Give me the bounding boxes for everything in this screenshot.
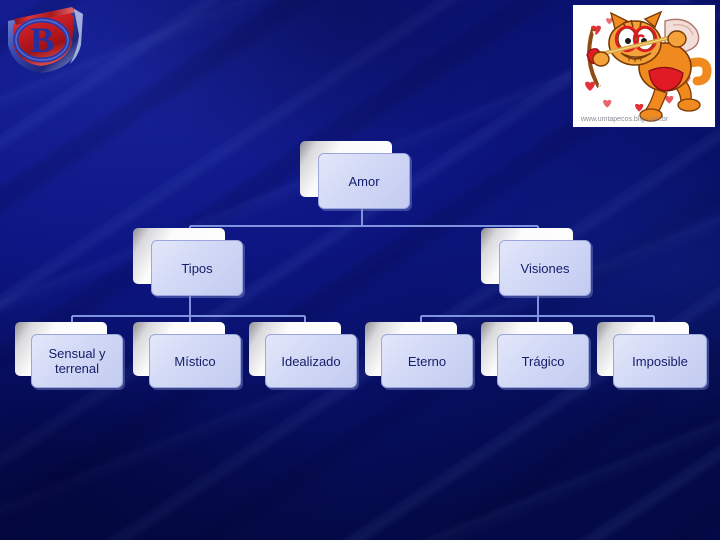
- node-amor-label: Amor: [348, 173, 380, 189]
- node-idealizado-card[interactable]: Idealizado: [265, 334, 357, 388]
- org-chart: Amor Tipos Visiones Sensual y terrenal M…: [0, 0, 720, 540]
- node-visiones-label: Visiones: [520, 260, 570, 276]
- org-chart-connectors: [71, 208, 655, 330]
- node-amor-card[interactable]: Amor: [318, 153, 410, 209]
- node-mistico-label: Místico: [174, 353, 216, 369]
- node-idealizado[interactable]: Idealizado: [249, 322, 359, 390]
- node-imposible[interactable]: Imposible: [597, 322, 707, 390]
- node-visiones-card[interactable]: Visiones: [499, 240, 591, 296]
- node-tipos[interactable]: Tipos: [133, 228, 245, 298]
- node-mistico-card[interactable]: Místico: [149, 334, 241, 388]
- node-tragico-label: Trágico: [521, 353, 565, 369]
- node-sensual-y-terrenal[interactable]: Sensual y terrenal: [15, 322, 125, 390]
- node-eterno[interactable]: Eterno: [365, 322, 475, 390]
- node-tragico-card[interactable]: Trágico: [497, 334, 589, 388]
- node-visiones[interactable]: Visiones: [481, 228, 593, 298]
- slide-canvas: B www.umtapecos.blig.com.br Amor Tipos V…: [0, 0, 720, 540]
- node-tragico[interactable]: Trágico: [481, 322, 591, 390]
- node-eterno-card[interactable]: Eterno: [381, 334, 473, 388]
- node-imposible-label: Imposible: [632, 353, 688, 369]
- node-amor[interactable]: Amor: [300, 141, 412, 211]
- node-tipos-label: Tipos: [181, 260, 213, 276]
- node-idealizado-label: Idealizado: [281, 353, 341, 369]
- node-mistico[interactable]: Místico: [133, 322, 243, 390]
- node-eterno-label: Eterno: [407, 353, 447, 369]
- node-sensual-card[interactable]: Sensual y terrenal: [31, 334, 123, 388]
- node-tipos-card[interactable]: Tipos: [151, 240, 243, 296]
- node-sensual-label: Sensual y terrenal: [48, 346, 106, 376]
- node-imposible-card[interactable]: Imposible: [613, 334, 707, 388]
